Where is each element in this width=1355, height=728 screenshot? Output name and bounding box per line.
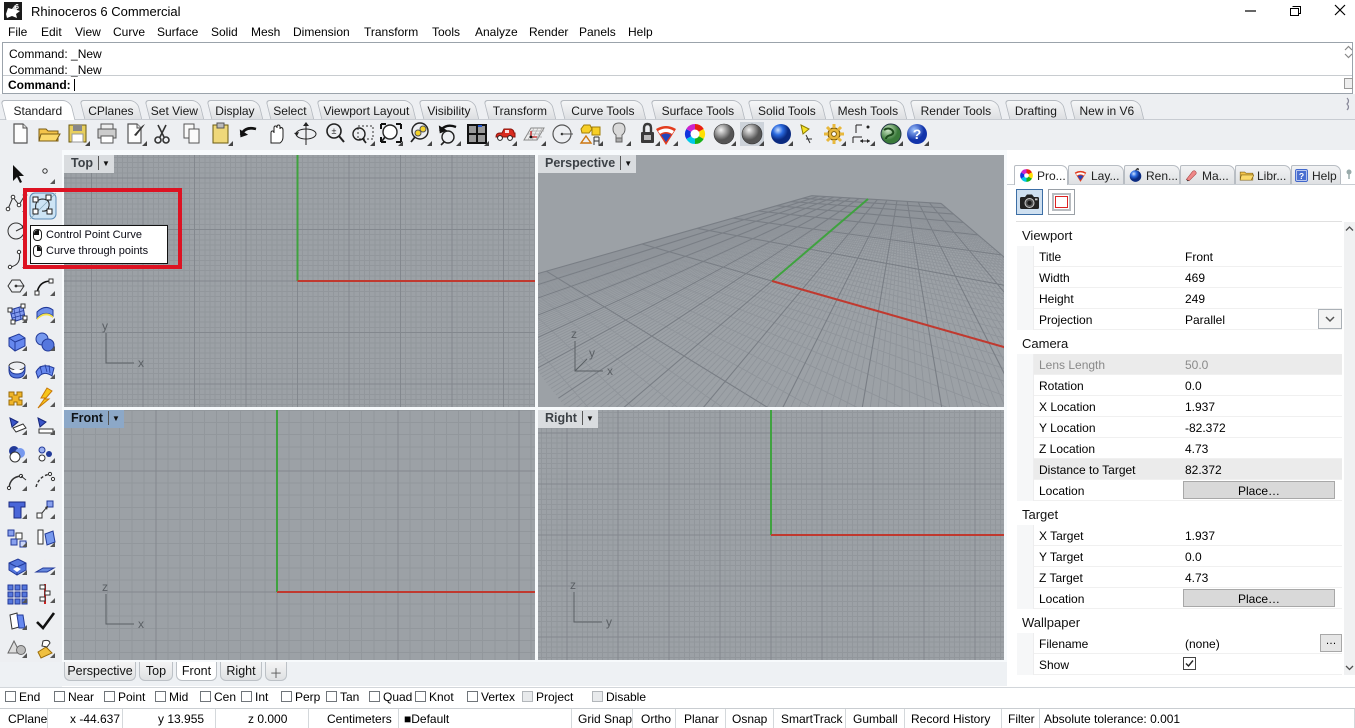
svg-text:x: x: [138, 617, 144, 631]
svg-text:6: 6: [15, 4, 19, 11]
svg-text:?: ?: [913, 126, 922, 142]
svg-text:y: y: [589, 346, 595, 360]
svg-text:z: z: [102, 580, 108, 594]
svg-text:y: y: [102, 319, 108, 333]
svg-text:z: z: [570, 578, 576, 592]
svg-text:x: x: [138, 356, 144, 370]
svg-text:±: ±: [332, 126, 337, 136]
svg-text:x: x: [607, 364, 613, 378]
svg-text:z: z: [571, 327, 577, 341]
svg-text:?: ?: [1299, 171, 1304, 181]
svg-text:y: y: [606, 615, 612, 629]
